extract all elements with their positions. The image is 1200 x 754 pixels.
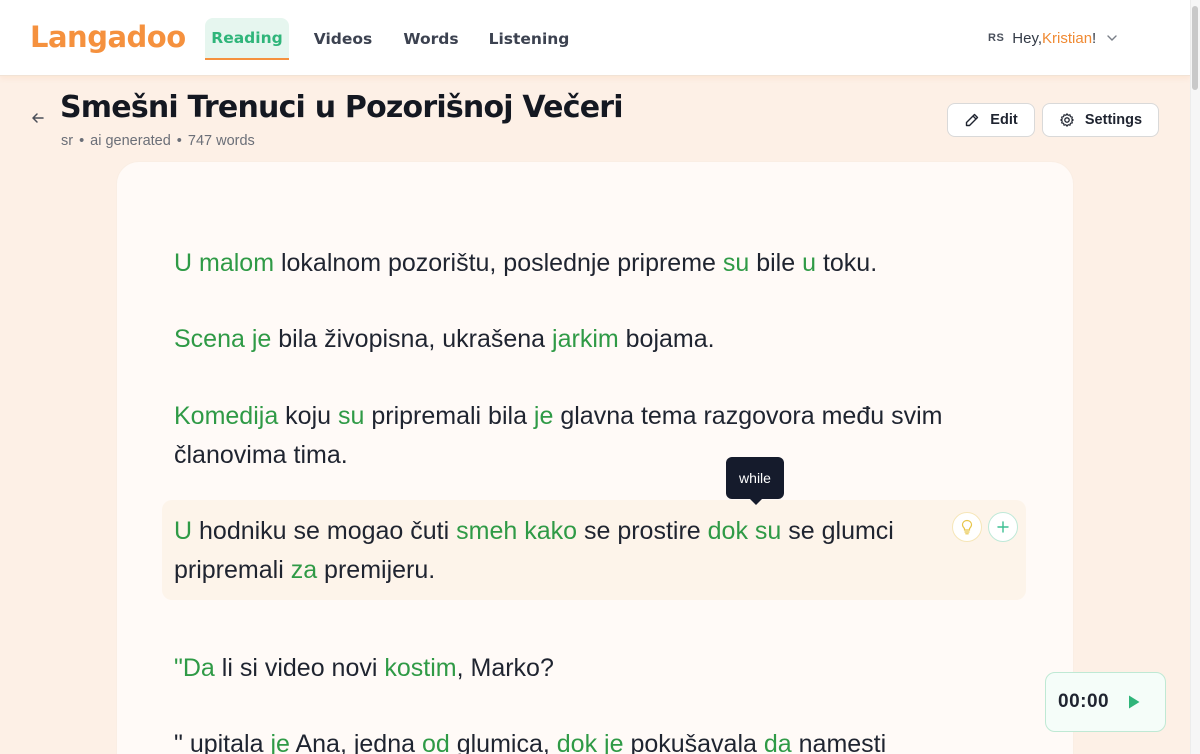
text-segment[interactable]: Ana, jedna	[290, 730, 422, 754]
pencil-icon	[966, 113, 979, 127]
text-segment[interactable]: pokušavala	[624, 730, 764, 754]
top-navigation-bar: Langadoo Reading Videos Words Listening …	[0, 0, 1190, 76]
text-segment[interactable]: bila živopisna, ukrašena	[271, 325, 552, 353]
known-word[interactable]: je	[270, 730, 289, 754]
audio-timer: 00:00	[1058, 691, 1110, 712]
meta-separator: •	[79, 133, 85, 149]
text-segment[interactable]: namesti	[792, 730, 887, 754]
text-segment[interactable]: , Marko?	[457, 654, 554, 682]
known-word[interactable]: jarkim	[552, 325, 619, 353]
add-sentence-button[interactable]	[988, 512, 1018, 542]
known-word[interactable]: su	[338, 402, 364, 430]
explain-sentence-button[interactable]	[952, 512, 982, 542]
known-word[interactable]: za	[291, 556, 317, 584]
known-word[interactable]: da	[764, 730, 792, 754]
text-segment[interactable]: " upitala	[174, 730, 270, 754]
text-segment[interactable]: pripremali bila	[364, 402, 534, 430]
paragraph: " upitala je Ana, jedna od glumica, dok …	[174, 725, 994, 754]
known-word[interactable]: Komedija	[174, 402, 278, 430]
known-word[interactable]: su	[723, 249, 749, 277]
arrow-left-icon[interactable]	[30, 110, 46, 126]
settings-button-label: Settings	[1084, 112, 1143, 128]
translation-tooltip: while	[726, 457, 784, 505]
nav-tab-videos[interactable]: Videos	[308, 18, 378, 60]
known-word[interactable]: su	[755, 517, 781, 545]
meta-separator: •	[176, 133, 182, 149]
text-segment[interactable]: hodniku se mogao čuti	[192, 517, 456, 545]
known-word[interactable]: je	[252, 325, 271, 353]
nav-tab-label: Videos	[313, 30, 373, 48]
text-segment[interactable]: koju	[278, 402, 338, 430]
paragraph: U hodniku se mogao čuti smeh kako se pro…	[174, 512, 944, 590]
paragraph: "Da li si video novi kostim, Marko?	[174, 649, 994, 688]
text-segment[interactable]: premijeru.	[317, 556, 435, 584]
text-segment[interactable]: toku.	[816, 249, 877, 277]
scrollbar-thumb[interactable]	[1192, 6, 1198, 90]
language-flag-icon: RS	[988, 32, 1005, 44]
known-word[interactable]: "Da	[174, 654, 215, 682]
nav-tab-listening[interactable]: Listening	[486, 18, 572, 60]
known-word[interactable]: smeh	[456, 517, 517, 545]
known-word[interactable]: U	[174, 249, 192, 277]
known-word[interactable]: je	[534, 402, 553, 430]
text-segment[interactable]: bile	[749, 249, 802, 277]
known-word[interactable]: malom	[199, 249, 274, 277]
lightbulb-icon	[961, 519, 973, 535]
edit-button[interactable]: Edit	[947, 103, 1035, 137]
chevron-down-icon	[1107, 35, 1117, 41]
meta-word-count: 747 words	[187, 133, 255, 149]
nav-tab-label: Words	[403, 30, 459, 48]
text-metadata: sr • ai generated • 747 words	[61, 133, 255, 149]
page-title: Smešni Trenuci u Pozorišnoj Večeri	[60, 90, 624, 125]
known-word[interactable]: je	[604, 730, 623, 754]
known-word[interactable]: U	[174, 517, 192, 545]
known-word[interactable]: dok	[557, 730, 597, 754]
plus-icon	[997, 521, 1009, 533]
text-segment[interactable]: se prostire	[577, 517, 708, 545]
nav-tab-words[interactable]: Words	[398, 18, 464, 60]
tooltip-text: while	[739, 470, 771, 486]
known-word[interactable]: od	[422, 730, 450, 754]
gear-icon	[1060, 113, 1074, 127]
text-segment[interactable]	[748, 517, 755, 545]
paragraph: Scena je bila živopisna, ukrašena jarkim…	[174, 320, 994, 359]
play-icon[interactable]	[1127, 694, 1141, 710]
app-logo[interactable]: Langadoo	[30, 20, 186, 54]
text-segment[interactable]	[245, 325, 252, 353]
edit-button-label: Edit	[990, 112, 1018, 128]
settings-button[interactable]: Settings	[1042, 103, 1159, 137]
user-greeting: Hey,	[1012, 29, 1043, 47]
known-word[interactable]: kostim	[384, 654, 456, 682]
meta-language: sr	[61, 133, 74, 149]
scrollbar-track[interactable]	[1190, 0, 1200, 754]
paragraph: U malom lokalnom pozorištu, poslednje pr…	[174, 244, 994, 283]
text-segment[interactable]: glumica,	[450, 730, 557, 754]
text-segment[interactable]: bojama.	[619, 325, 715, 353]
nav-tab-label: Listening	[488, 30, 570, 48]
meta-source: ai generated	[90, 133, 171, 149]
audio-player: 00:00	[1045, 672, 1166, 732]
nav-tab-label: Reading	[211, 29, 283, 47]
text-segment[interactable]	[597, 730, 604, 754]
known-word[interactable]: Scena	[174, 325, 245, 353]
user-menu[interactable]: RS Hey, Kristian !	[988, 28, 1118, 48]
user-greeting-suffix: !	[1092, 29, 1097, 47]
text-segment[interactable]	[192, 249, 199, 277]
nav-tab-reading[interactable]: Reading	[205, 18, 289, 60]
known-word[interactable]: dok	[708, 517, 748, 545]
text-segment[interactable]: lokalnom pozorištu, poslednje pripreme	[274, 249, 723, 277]
paragraph: Komedija koju su pripremali bila je glav…	[174, 397, 984, 475]
user-name: Kristian	[1042, 29, 1093, 47]
known-word[interactable]: u	[802, 249, 816, 277]
known-word[interactable]: kako	[524, 517, 577, 545]
text-segment[interactable]: li si video novi	[215, 654, 385, 682]
